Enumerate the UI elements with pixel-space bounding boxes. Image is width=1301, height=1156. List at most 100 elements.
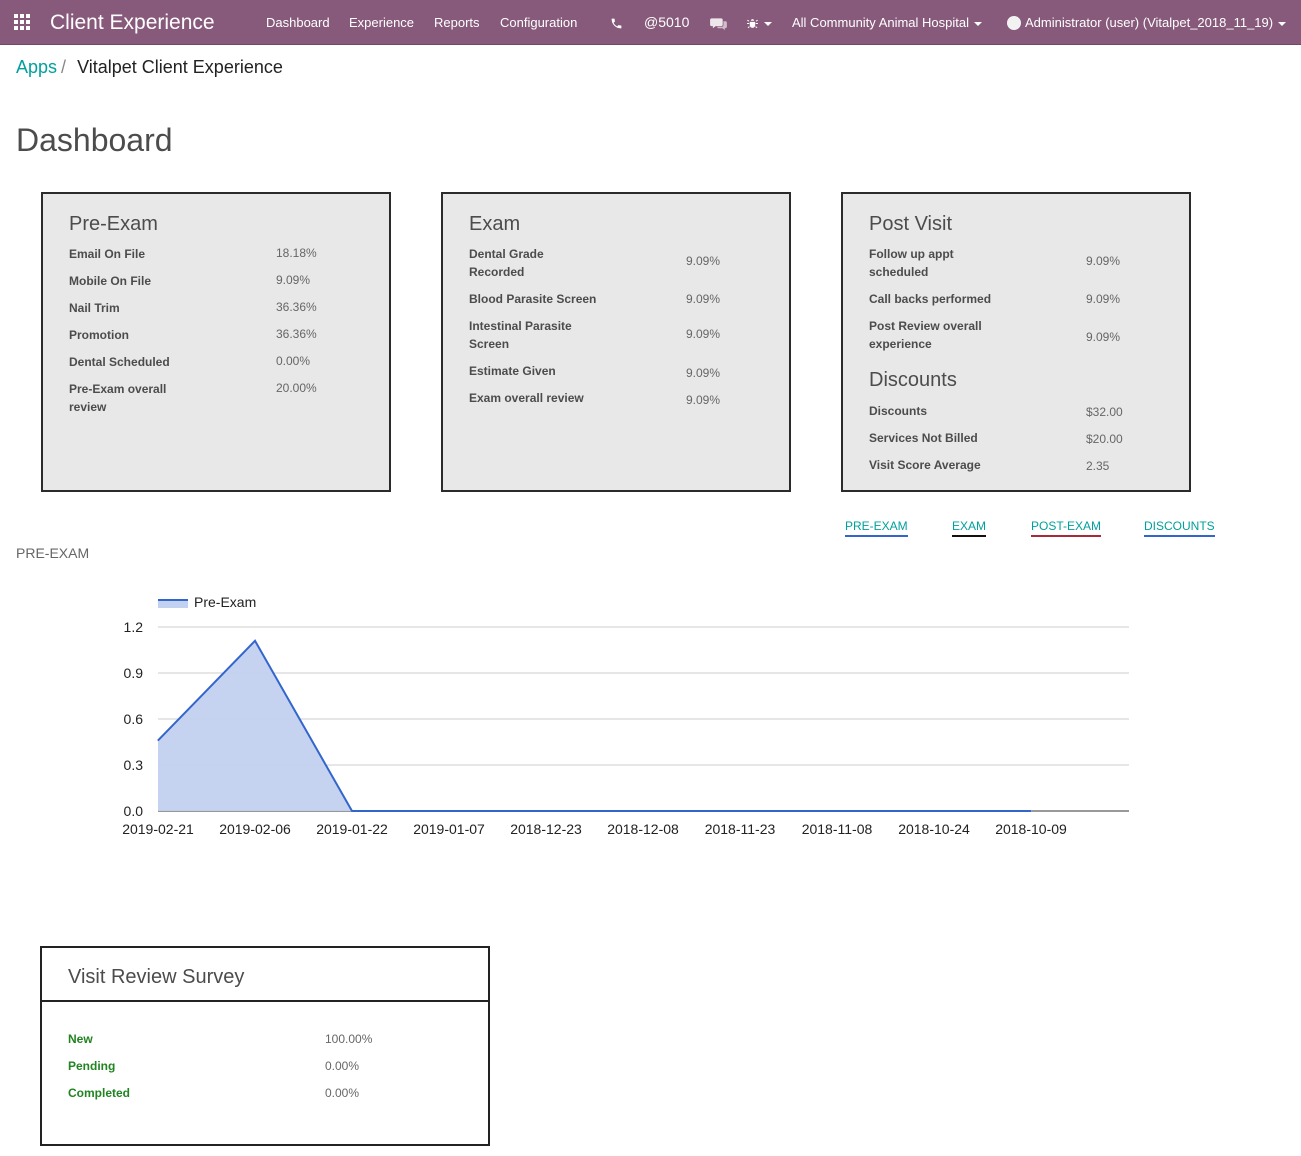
data-point — [157, 739, 159, 741]
kpi-label: Email On File — [69, 247, 146, 261]
kpi-label: Call backs performed — [869, 292, 992, 306]
kpi-value: $32.00 — [1086, 405, 1123, 419]
breadcrumb-apps-link[interactable]: Apps — [16, 57, 57, 77]
data-point — [448, 810, 450, 812]
legend-swatch — [158, 600, 188, 608]
x-tick-label: 2019-01-22 — [316, 821, 388, 837]
kpi-label: Discounts — [869, 404, 928, 418]
kpi-label: Promotion — [69, 328, 129, 342]
app-title[interactable]: Client Experience — [50, 0, 215, 45]
survey-status-label: Pending — [68, 1059, 116, 1073]
kpi-label: Services Not Billed — [869, 431, 978, 445]
chart-section-label: PRE-EXAM — [16, 545, 90, 561]
survey-status-value: 0.00% — [325, 1086, 360, 1100]
x-tick-label: 2019-02-21 — [122, 821, 194, 837]
y-tick-label: 0.6 — [124, 711, 144, 727]
tab-pre-exam[interactable]: PRE-EXAM — [845, 519, 908, 537]
x-tick-label: 2018-12-23 — [510, 821, 582, 837]
kpi-value: 0.00% — [276, 354, 311, 368]
x-tick-label: 2019-01-07 — [413, 821, 485, 837]
y-tick-label: 0.3 — [124, 757, 144, 773]
kpi-label: Nail Trim — [69, 301, 120, 315]
data-point — [642, 810, 644, 812]
menu-dashboard[interactable]: Dashboard — [266, 0, 330, 45]
kpi-value: 9.09% — [1086, 254, 1121, 268]
kpi-label: Pre-Exam overall review — [69, 382, 167, 414]
survey-status-label: Completed — [68, 1086, 131, 1100]
card-title: Exam — [469, 213, 521, 235]
data-point — [254, 640, 256, 642]
x-tick-label: 2019-02-06 — [219, 821, 291, 837]
data-point — [933, 810, 935, 812]
data-point — [836, 810, 838, 812]
kpi-value: 9.09% — [686, 292, 721, 306]
kpi-value: 9.09% — [686, 366, 721, 380]
data-point — [351, 810, 353, 812]
menu-experience[interactable]: Experience — [349, 0, 414, 45]
kpi-value: 9.09% — [686, 393, 721, 407]
menu-reports[interactable]: Reports — [434, 0, 480, 45]
phone-icon[interactable] — [610, 0, 623, 45]
bug-icon[interactable] — [746, 0, 772, 45]
chevron-down-icon — [1278, 21, 1287, 26]
kpi-value: 20.00% — [276, 381, 317, 395]
x-tick-label: 2018-11-23 — [705, 821, 776, 837]
tab-post-exam[interactable]: POST-EXAM — [1031, 519, 1102, 537]
x-tick-label: 2018-10-09 — [995, 821, 1067, 837]
chat-icon[interactable] — [710, 0, 727, 45]
kpi-label: Follow up appt scheduled — [869, 247, 954, 279]
kpi-value: 9.09% — [1086, 330, 1121, 344]
x-tick-label: 2018-11-08 — [802, 821, 873, 837]
avatar — [1007, 15, 1021, 30]
pre-exam-card: Pre-Exam Email On File 18.18% Mobile On … — [41, 192, 391, 492]
user-name: Administrator (user) (Vitalpet_2018_11_1… — [1025, 15, 1274, 30]
y-tick-label: 1.2 — [124, 619, 144, 635]
kpi-value: 18.18% — [276, 246, 317, 260]
tab-exam[interactable]: EXAM — [952, 519, 987, 537]
kpi-label: Mobile On File — [69, 274, 152, 288]
breadcrumb: Apps / Vitalpet Client Experience — [16, 57, 283, 77]
kpi-value: 9.09% — [686, 327, 721, 341]
tab-discounts[interactable]: DISCOUNTS — [1144, 519, 1215, 537]
kpi-label: Visit Score Average — [869, 458, 981, 472]
kpi-value: 36.36% — [276, 327, 317, 341]
extension-number[interactable]: @5010 — [644, 0, 689, 45]
x-tick-label: 2018-12-08 — [607, 821, 679, 837]
kpi-label: Dental Scheduled — [69, 355, 170, 369]
kpi-label: Dental Grade Recorded — [469, 247, 544, 279]
data-point — [739, 810, 741, 812]
survey-title: Visit Review Survey — [68, 966, 245, 988]
kpi-value: 9.09% — [276, 273, 311, 287]
chevron-down-icon — [974, 21, 983, 26]
kpi-value: 9.09% — [1086, 292, 1121, 306]
kpi-label: Exam overall review — [469, 391, 584, 405]
data-point — [1030, 810, 1032, 812]
kpi-label: Post Review overall experience — [869, 319, 982, 351]
menu-configuration[interactable]: Configuration — [500, 0, 577, 45]
top-navbar: Client Experience Dashboard Experience R… — [0, 0, 1301, 45]
visit-review-survey-card: Visit Review Survey New 100.00% Pending … — [40, 946, 490, 1146]
discounts-title: Discounts — [869, 369, 957, 391]
legend-label: Pre-Exam — [194, 594, 256, 610]
y-tick-label: 0.9 — [124, 665, 144, 681]
company-name: All Community Animal Hospital — [792, 15, 970, 30]
kpi-value: 9.09% — [686, 254, 721, 268]
breadcrumb-current: Vitalpet Client Experience — [77, 57, 283, 77]
x-tick-label: 2018-10-24 — [898, 821, 970, 837]
kpi-label: Estimate Given — [469, 364, 556, 378]
kpi-value: 2.35 — [1086, 459, 1110, 473]
kpi-value: $20.00 — [1086, 432, 1123, 446]
card-title: Pre-Exam — [69, 213, 158, 235]
page-title: Dashboard — [16, 122, 173, 158]
user-menu[interactable]: Administrator (user) (Vitalpet_2018_11_1… — [1007, 0, 1287, 45]
kpi-label: Intestinal Parasite Screen — [469, 319, 572, 351]
pre-exam-area-chart: 0.0 0.3 0.6 0.9 1.2 2019-02-21 2019-02-06 2019-… — [122, 594, 1129, 837]
series-area — [158, 640, 1031, 811]
survey-header: Visit Review Survey — [42, 948, 488, 1002]
kpi-value: 36.36% — [276, 300, 317, 314]
survey-status-label: New — [68, 1032, 93, 1046]
post-visit-card: Post Visit Follow up appt scheduled 9.09… — [841, 192, 1191, 492]
company-switcher[interactable]: All Community Animal Hospital — [792, 0, 983, 45]
exam-card: Exam Dental Grade Recorded 9.09% Blood P… — [441, 192, 791, 492]
apps-menu-icon[interactable] — [12, 0, 34, 45]
